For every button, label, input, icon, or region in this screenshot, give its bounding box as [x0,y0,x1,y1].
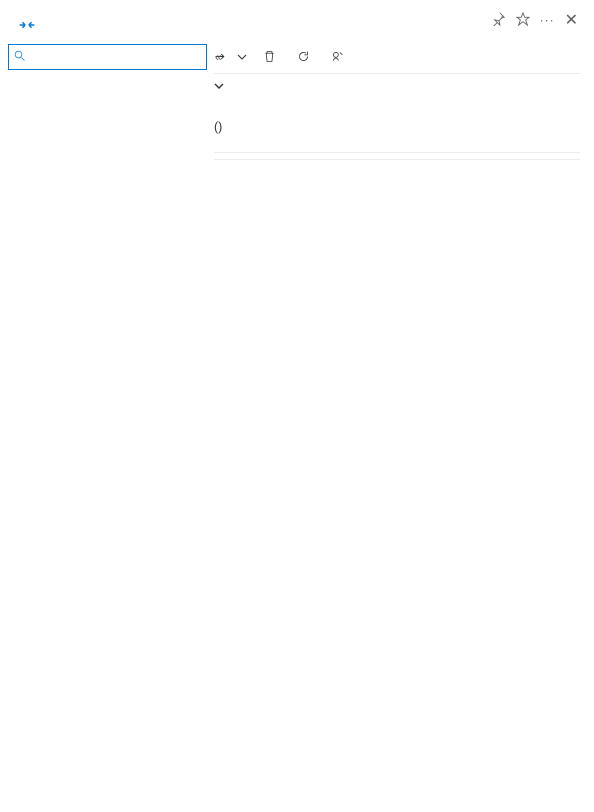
favorite-icon[interactable] [516,12,530,29]
delete-button[interactable] [263,50,281,63]
search-icon [14,50,26,65]
pin-icon[interactable] [492,12,506,29]
close-icon[interactable]: ✕ [565,10,578,30]
chevron-down-icon [237,52,247,62]
more-icon[interactable]: ··· [540,13,555,27]
search-input[interactable] [8,44,207,70]
feedback-button[interactable] [331,50,349,63]
chevron-down-icon[interactable] [214,80,224,94]
refresh-button[interactable] [297,50,315,63]
collapse-icon[interactable]: « [211,50,226,64]
add-tags-link[interactable] [214,138,580,148]
vnet-icon [16,14,38,36]
